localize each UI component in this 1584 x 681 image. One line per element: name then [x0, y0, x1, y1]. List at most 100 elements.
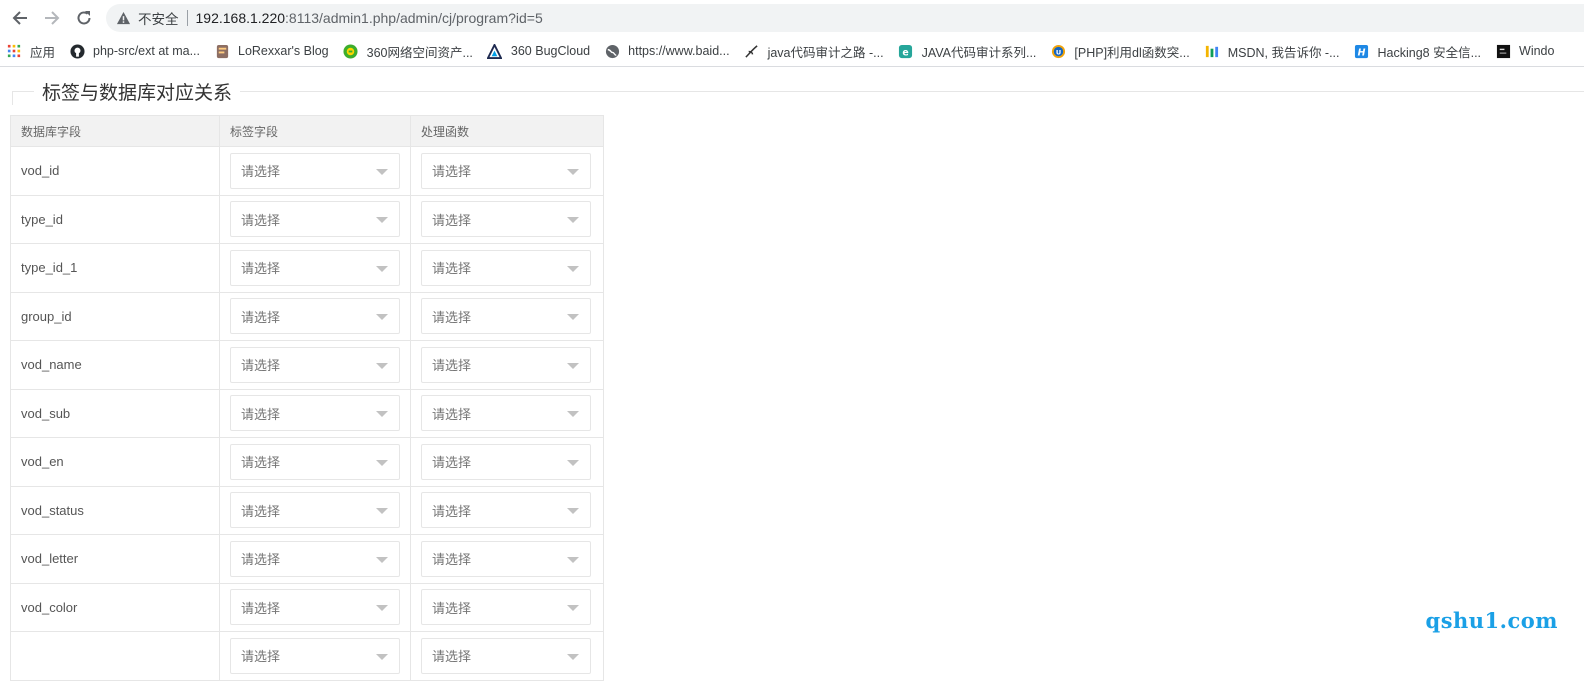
chevron-down-icon: [567, 508, 579, 515]
tag-field-select[interactable]: 请选择: [230, 540, 400, 577]
table-row: vod_id 请选择 请选择: [10, 146, 604, 196]
chevron-down-icon: [376, 217, 388, 224]
tag-field-select-cell: 请选择: [219, 631, 411, 681]
db-field-name: vod_status: [10, 485, 220, 535]
table-row: vod_name 请选择 请选择: [10, 340, 604, 390]
chevron-down-icon: [567, 217, 579, 224]
column-header-tag-field: 标签字段: [219, 115, 411, 147]
handler-select-cell: 请选择: [410, 437, 604, 487]
reload-icon: [77, 11, 91, 25]
chevron-down-icon: [376, 653, 388, 660]
handler-select[interactable]: 请选择: [421, 492, 591, 529]
select-placeholder: 请选择: [241, 309, 281, 325]
chevron-down-icon: [567, 653, 579, 660]
bookmark-hacking8[interactable]: H Hacking8 安全信...: [1348, 38, 1490, 64]
select-placeholder: 请选择: [432, 649, 472, 665]
handler-select[interactable]: 请选择: [421, 346, 591, 383]
chevron-down-icon: [376, 362, 388, 369]
terminal-icon: [1495, 43, 1511, 59]
h-icon: H: [1354, 43, 1370, 59]
handler-select[interactable]: 请选择: [421, 395, 591, 432]
bookmark-msdn[interactable]: MSDN, 我告诉你 -...: [1198, 38, 1348, 64]
security-status[interactable]: 不安全: [138, 8, 179, 28]
table-row: type_id 请选择 请选择: [10, 194, 604, 244]
handler-select[interactable]: 请选择: [421, 298, 591, 335]
handler-select[interactable]: 请选择: [421, 637, 591, 674]
chevron-down-icon: [567, 314, 579, 321]
select-placeholder: 请选择: [241, 649, 281, 665]
svg-text:e: e: [902, 47, 908, 58]
select-placeholder: 请选择: [241, 552, 281, 568]
bugcloud-icon: [487, 43, 503, 59]
handler-select-cell: 请选择: [410, 388, 604, 438]
bookmark-java-audit[interactable]: java代码审计之路 -...: [738, 38, 892, 64]
tag-field-select-cell: 请选择: [219, 146, 411, 196]
chevron-down-icon: [376, 168, 388, 175]
select-placeholder: 请选择: [241, 358, 281, 374]
bookmark-apps[interactable]: 应用: [0, 38, 63, 64]
tag-field-select[interactable]: 请选择: [230, 346, 400, 383]
back-button[interactable]: [6, 4, 34, 32]
circle-u-icon: U: [1050, 43, 1066, 59]
bookmark-php-dl[interactable]: U [PHP]利用dl函数突...: [1044, 38, 1197, 64]
table-header-row: 数据库字段 标签字段 处理函数: [10, 115, 604, 147]
handler-select[interactable]: 请选择: [421, 540, 591, 577]
handler-select[interactable]: 请选择: [421, 589, 591, 626]
reload-button[interactable]: [70, 4, 98, 32]
tag-field-select-cell: 请选择: [219, 388, 411, 438]
select-placeholder: 请选择: [432, 164, 472, 180]
bookmark-label: https://www.baid...: [628, 44, 730, 58]
handler-select-cell: 请选择: [410, 631, 604, 681]
select-placeholder: 请选择: [432, 503, 472, 519]
360-icon: [343, 43, 359, 59]
handler-select-cell: 请选择: [410, 146, 604, 196]
select-placeholder: 请选择: [241, 600, 281, 616]
bookmark-windows[interactable]: Windo: [1489, 38, 1562, 64]
bookmark-lorexxar-blog[interactable]: LoRexxar's Blog: [208, 38, 337, 64]
bookmark-php-src[interactable]: php-src/ext at ma...: [63, 38, 208, 64]
handler-select[interactable]: 请选择: [421, 249, 591, 286]
chevron-down-icon: [376, 605, 388, 612]
table-row: group_id 请选择 请选择: [10, 291, 604, 341]
select-placeholder: 请选择: [432, 406, 472, 422]
field-mapping-table: 数据库字段 标签字段 处理函数 vod_id 请选择 请选择 type_id 请选择 请选…: [10, 115, 604, 681]
handler-select[interactable]: 请选择: [421, 201, 591, 238]
bookmark-label: MSDN, 我告诉你 -...: [1227, 45, 1340, 60]
handler-select[interactable]: 请选择: [421, 443, 591, 480]
tag-field-select[interactable]: 请选择: [230, 395, 400, 432]
bookmark-label: JAVA代码审计系列...: [921, 45, 1037, 60]
tag-field-select[interactable]: 请选择: [230, 589, 400, 626]
tag-field-select[interactable]: 请选择: [230, 443, 400, 480]
db-field-name: vod_name: [10, 340, 220, 390]
handler-select-cell: 请选择: [410, 291, 604, 341]
select-placeholder: 请选择: [432, 309, 472, 325]
tag-field-select-cell: 请选择: [219, 340, 411, 390]
handler-select-cell: 请选择: [410, 582, 604, 632]
column-header-db-field: 数据库字段: [10, 115, 220, 147]
select-placeholder: 请选择: [432, 212, 472, 228]
bookmark-360-bugcloud[interactable]: 360 BugCloud: [481, 38, 598, 64]
address-bar[interactable]: 不安全 192.168.1.220:8113/admin1.php/admin/…: [106, 4, 1584, 32]
tag-field-select[interactable]: 请选择: [230, 201, 400, 238]
tag-field-select[interactable]: 请选择: [230, 492, 400, 529]
forward-button[interactable]: [38, 4, 66, 32]
select-placeholder: 请选择: [432, 261, 472, 277]
tag-field-select[interactable]: 请选择: [230, 637, 400, 674]
select-placeholder: 请选择: [241, 406, 281, 422]
select-placeholder: 请选择: [241, 503, 281, 519]
tag-field-select-cell: 请选择: [219, 243, 411, 293]
tag-field-select[interactable]: 请选择: [230, 152, 400, 189]
bookmark-baidu[interactable]: https://www.baid...: [598, 38, 737, 64]
tag-field-select[interactable]: 请选择: [230, 298, 400, 335]
bookmark-java-audit-series[interactable]: e JAVA代码审计系列...: [892, 38, 1045, 64]
handler-select[interactable]: 请选择: [421, 152, 591, 189]
chevron-down-icon: [567, 605, 579, 612]
bookmark-label: [PHP]利用dl函数突...: [1074, 45, 1190, 60]
select-placeholder: 请选择: [241, 455, 281, 471]
tag-field-select[interactable]: 请选择: [230, 249, 400, 286]
db-field-name: vod_id: [10, 146, 220, 196]
globe-icon: [604, 43, 620, 59]
bookmark-360-assets[interactable]: 360网络空间资产...: [337, 38, 481, 64]
db-field-name: group_id: [10, 291, 220, 341]
github-icon: [69, 43, 85, 59]
